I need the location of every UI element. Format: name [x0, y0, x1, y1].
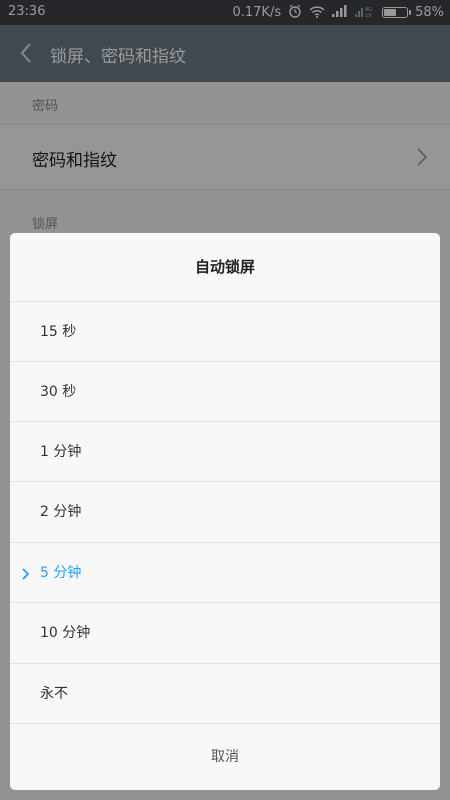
option-item[interactable]: 30 秒	[10, 361, 440, 421]
option-item[interactable]: 永不	[10, 663, 440, 723]
option-label: 10 分钟	[40, 625, 91, 641]
option-label: 永不	[40, 686, 68, 702]
cancel-button[interactable]: 取消	[10, 723, 440, 790]
option-label: 30 秒	[40, 384, 77, 400]
auto-lock-dialog: 自动锁屏 15 秒 30 秒 1 分钟 2 分钟 5 分钟 10 分钟 永不 取…	[10, 233, 440, 790]
option-label: 5 分钟	[40, 565, 82, 581]
option-item[interactable]: 2 分钟	[10, 481, 440, 541]
option-label: 1 分钟	[40, 444, 82, 460]
option-item[interactable]: 15 秒	[10, 301, 440, 361]
check-icon	[21, 566, 31, 580]
dialog-title: 自动锁屏	[194, 258, 255, 276]
option-label: 2 分钟	[40, 504, 82, 520]
option-item[interactable]: 5 分钟	[10, 542, 440, 602]
option-item[interactable]: 1 分钟	[10, 421, 440, 481]
option-item[interactable]: 10 分钟	[10, 602, 440, 662]
option-label: 15 秒	[40, 324, 77, 340]
